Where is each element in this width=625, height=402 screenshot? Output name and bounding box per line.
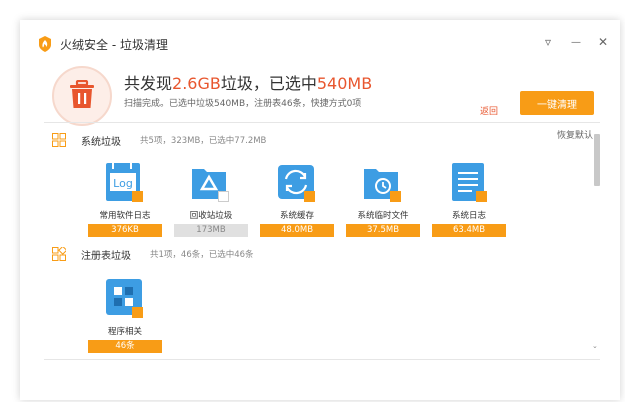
section-title-system: 系统垃圾 (81, 137, 121, 148)
item-size: 376KB (88, 224, 162, 237)
item-size: 173MB (174, 224, 248, 237)
window-title: 火绒安全 - 垃圾清理 (60, 38, 168, 52)
headline-middle: 垃圾，已选中 (220, 74, 317, 93)
menu-dropdown-icon[interactable]: ▿ (540, 34, 556, 50)
scroll-down-arrow-icon[interactable]: ⌄ (592, 342, 598, 350)
huorong-logo-icon (39, 36, 51, 52)
item-size: 63.4MB (432, 224, 506, 237)
item-size: 48.0MB (260, 224, 334, 237)
trash-icon-badge (52, 66, 112, 126)
item-checkbox[interactable] (218, 191, 229, 202)
item-software-log[interactable]: Log 常用软件日志 376KB (88, 161, 162, 245)
trash-icon (70, 80, 94, 108)
section-desc-registry: 共1项，46条，已选中46条 (150, 250, 254, 260)
item-size: 37.5MB (346, 224, 420, 237)
item-system-cache[interactable]: 系统缓存 48.0MB (260, 161, 334, 245)
item-program-registry[interactable]: 程序相关 46条 (88, 277, 162, 361)
item-checkbox[interactable] (390, 191, 401, 202)
section-desc-system: 共5项，323MB，已选中77.2MB (140, 136, 267, 146)
item-checkbox[interactable] (132, 307, 143, 318)
svg-text:Log: Log (113, 177, 133, 190)
minimize-button[interactable]: — (568, 34, 584, 50)
back-link[interactable]: 返回 (480, 104, 498, 117)
garbage-list: 系统垃圾 共5项，323MB，已选中77.2MB Log 常用软件日志 376K… (44, 122, 600, 360)
scrollbar-thumb[interactable] (594, 134, 600, 186)
selected-size: 540MB (316, 74, 373, 93)
close-button[interactable]: ✕ (595, 34, 611, 50)
registry-icon (52, 247, 66, 261)
windows-icon (52, 133, 66, 147)
item-label: 程序相关 (107, 327, 142, 337)
item-checkbox[interactable] (132, 191, 143, 202)
item-system-log[interactable]: 系统日志 63.4MB (432, 161, 506, 245)
scan-status-text: 扫描完成。已选中垃圾540MB，注册表46条，快捷方式0项 (124, 99, 362, 109)
headline-prefix: 共发现 (124, 74, 173, 93)
item-checkbox[interactable] (476, 191, 487, 202)
item-label: 回收站垃圾 (189, 211, 233, 221)
item-temp-files[interactable]: 系统临时文件 37.5MB (346, 161, 420, 245)
title-bar: 火绒安全 - 垃圾清理 ▿ — ✕ (20, 20, 620, 60)
item-label: 系统临时文件 (357, 211, 409, 221)
scan-headline: 共发现2.6GB垃圾，已选中540MB (124, 70, 372, 94)
section-title-registry: 注册表垃圾 (81, 251, 131, 262)
item-label: 系统缓存 (279, 211, 314, 221)
item-label: 系统日志 (451, 211, 486, 221)
item-label: 常用软件日志 (99, 211, 151, 221)
main-window: 火绒安全 - 垃圾清理 ▿ — ✕ 共发现2.6GB垃圾，已选中540MB 扫描… (20, 20, 620, 400)
item-checkbox[interactable] (304, 191, 315, 202)
found-size: 2.6GB (172, 74, 221, 93)
item-size: 46条 (88, 340, 162, 353)
item-recycle-bin[interactable]: 回收站垃圾 173MB (174, 161, 248, 245)
one-click-clean-button[interactable]: 一键清理 (520, 91, 594, 115)
